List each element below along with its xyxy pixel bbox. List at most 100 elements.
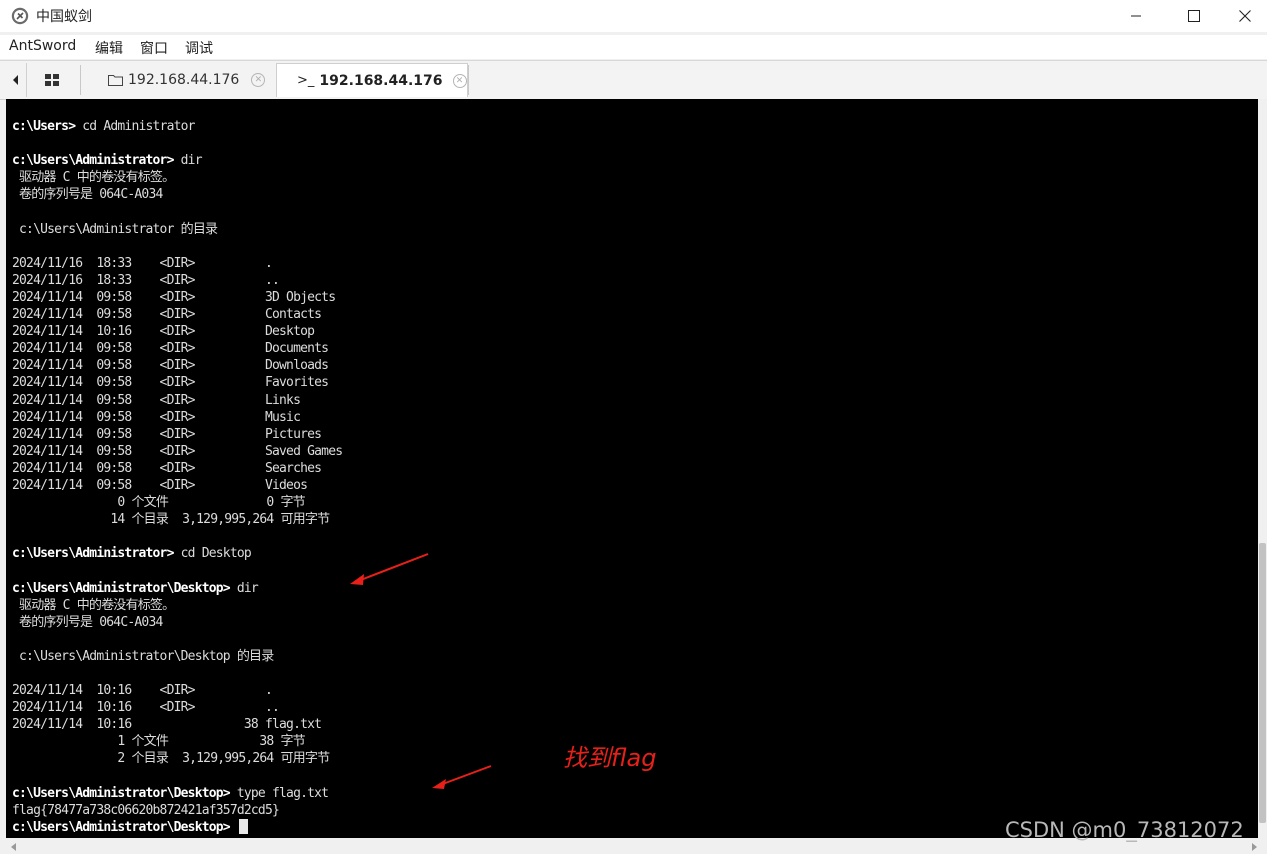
terminal-cursor	[238, 818, 248, 834]
terminal-text: 2024/11/14 10:16 <DIR> Desktop	[12, 324, 315, 340]
terminal-prompt: c:\Users>	[12, 119, 76, 134]
terminal-prompt: c:\Users\Administrator\Desktop>	[12, 819, 231, 835]
menu-bar: AntSword 编辑 窗口 调试	[0, 35, 1267, 59]
terminal-line: c:\Users\Administrator> dir	[12, 152, 342, 169]
maximize-button[interactable]	[1165, 0, 1223, 32]
terminal-text: c:\Users\Administrator\Desktop 的目录	[12, 648, 274, 664]
terminal-line: 14 个目录 3,129,995,264 可用字节	[12, 511, 342, 528]
terminal-line: c:\Users\Administrator 的目录	[12, 221, 342, 238]
terminal-text: 驱动器 C 中的卷没有标签。	[12, 170, 175, 186]
terminal-line: c:\Users\Administrator> cd Desktop	[12, 545, 342, 562]
watermark: CSDN @m0_73812072	[1005, 818, 1244, 842]
terminal-text: 2024/11/14 10:16 38 flag.txt	[12, 717, 322, 733]
terminal-line: 驱动器 C 中的卷没有标签。	[12, 169, 342, 186]
terminal-text: 2024/11/14 09:58 <DIR> Saved Games	[12, 443, 343, 459]
tab-terminal[interactable]: >_ 192.168.44.176 ✕	[276, 63, 468, 97]
caret-right-icon	[1252, 843, 1257, 851]
terminal-line: 2024/11/14 09:58 <DIR> Favorites	[12, 374, 342, 391]
terminal-text: 0 个文件 0 字节	[12, 495, 305, 511]
vertical-scrollbar[interactable]	[1258, 99, 1267, 838]
terminal-line: c:\Users\Administrator\Desktop> type fla…	[12, 785, 342, 802]
terminal-text: 2024/11/14 09:58 <DIR> Videos	[12, 477, 308, 493]
terminal-line: 2024/11/14 09:58 <DIR> Saved Games	[12, 443, 343, 460]
minimize-icon	[1131, 15, 1141, 17]
caret-left-icon	[13, 75, 18, 85]
terminal-prompt: c:\Users\Administrator>	[12, 153, 174, 169]
terminal-text: 2024/11/14 09:58 <DIR> Downloads	[12, 358, 329, 374]
terminal-line: 2024/11/14 09:58 <DIR> Searches	[12, 460, 342, 477]
terminal-text: type flag.txt	[229, 785, 329, 801]
tab-terminal-label: 192.168.44.176	[319, 72, 443, 89]
terminal-text: 14 个目录 3,129,995,264 可用字节	[12, 512, 330, 528]
menu-debug[interactable]: 调试	[185, 38, 213, 58]
scroll-thumb[interactable]	[1259, 543, 1266, 823]
terminal-text: 卷的序列号是 064C-A034	[12, 614, 163, 630]
menu-antsword[interactable]: AntSword	[9, 38, 76, 54]
terminal-text: dir	[173, 153, 203, 169]
tab-home[interactable]	[32, 63, 72, 97]
terminal-panel[interactable]: c:\Users> cd Administrator c:\Users\Admin…	[6, 99, 1258, 838]
terminal-text: c:\Users\Administrator 的目录	[12, 221, 218, 237]
tab-separator	[80, 65, 81, 95]
terminal-line: 2024/11/14 09:58 <DIR> Videos	[12, 477, 342, 494]
close-button[interactable]	[1223, 0, 1267, 32]
terminal-line: 2024/11/14 10:16 <DIR> ..	[12, 699, 342, 716]
terminal-line: 驱动器 C 中的卷没有标签。	[12, 597, 342, 614]
terminal-line: 2024/11/14 10:16 <DIR> .	[12, 682, 342, 699]
terminal-text: 2024/11/16 18:33 <DIR> .	[12, 255, 273, 271]
terminal-text: 2024/11/14 09:58 <DIR> Searches	[12, 460, 322, 476]
window-title: 中国蚁剑	[36, 9, 92, 25]
tab-separator	[468, 65, 469, 95]
terminal-text: 2 个目录 3,129,995,264 可用字节	[12, 751, 330, 767]
terminal-line: c:\Users\Administrator\Desktop 的目录	[12, 648, 342, 665]
terminal-line: c:\Users\Administrator\Desktop> dir	[12, 580, 342, 597]
tab-bar: 192.168.44.176 ✕ >_ 192.168.44.176 ✕	[0, 60, 1267, 100]
title-bar: 中国蚁剑	[0, 0, 1267, 32]
terminal-text: cd Administrator	[75, 119, 195, 134]
terminal-prompt: c:\Users\Administrator\Desktop>	[12, 580, 231, 596]
terminal-text: 驱动器 C 中的卷没有标签。	[12, 597, 175, 613]
terminal-text: 2024/11/14 10:16 <DIR> .	[12, 683, 273, 699]
menu-window[interactable]: 窗口	[140, 38, 168, 58]
terminal-line: 2024/11/14 09:58 <DIR> Downloads	[12, 357, 342, 374]
terminal-line: 1 个文件 38 字节	[12, 733, 342, 750]
terminal-line: 卷的序列号是 064C-A034	[12, 186, 342, 203]
terminal-output: c:\Users> cd Administrator c:\Users\Admin…	[12, 118, 343, 836]
tab-filemanager[interactable]: 192.168.44.176 ✕	[108, 63, 272, 97]
folder-icon	[108, 75, 123, 86]
tab-close-icon[interactable]: ✕	[452, 73, 467, 88]
terminal-prompt: c:\Users\Administrator>	[12, 546, 174, 562]
terminal-line: 2024/11/14 10:16 38 flag.txt	[12, 716, 342, 733]
terminal-line: 2024/11/14 09:58 <DIR> 3D Objects	[12, 289, 342, 306]
minimize-button[interactable]	[1107, 0, 1165, 32]
terminal-line: 2024/11/14 09:58 <DIR> Links	[12, 392, 342, 409]
terminal-text: 2024/11/14 09:58 <DIR> Documents	[12, 341, 329, 357]
close-icon	[1239, 10, 1251, 22]
terminal-text: 1 个文件 38 字节	[12, 734, 305, 750]
menu-edit[interactable]: 编辑	[95, 38, 123, 58]
terminal-text: dir	[229, 580, 259, 596]
terminal-text: cd Desktop	[173, 546, 252, 562]
annotation-label: 找到flag	[563, 744, 657, 772]
terminal-text: 2024/11/14 09:58 <DIR> Music	[12, 409, 301, 425]
tab-close-icon[interactable]: ✕	[251, 73, 266, 87]
tab-scroll-left-button[interactable]	[6, 63, 27, 97]
terminal-text: 2024/11/14 10:16 <DIR> ..	[12, 700, 280, 716]
terminal-icon: >_	[297, 73, 315, 88]
terminal-line: 0 个文件 0 字节	[12, 494, 342, 511]
terminal-text: 2024/11/14 09:58 <DIR> Contacts	[12, 307, 322, 323]
terminal-text: 2024/11/14 09:58 <DIR> Pictures	[12, 426, 322, 442]
terminal-line: 卷的序列号是 064C-A034	[12, 614, 342, 631]
terminal-line: 2024/11/14 09:58 <DIR> Music	[12, 409, 342, 426]
terminal-text: 2024/11/16 18:33 <DIR> ..	[12, 272, 280, 288]
terminal-line: 2 个目录 3,129,995,264 可用字节	[12, 750, 342, 767]
terminal-line: 2024/11/16 18:33 <DIR> .	[12, 255, 342, 272]
